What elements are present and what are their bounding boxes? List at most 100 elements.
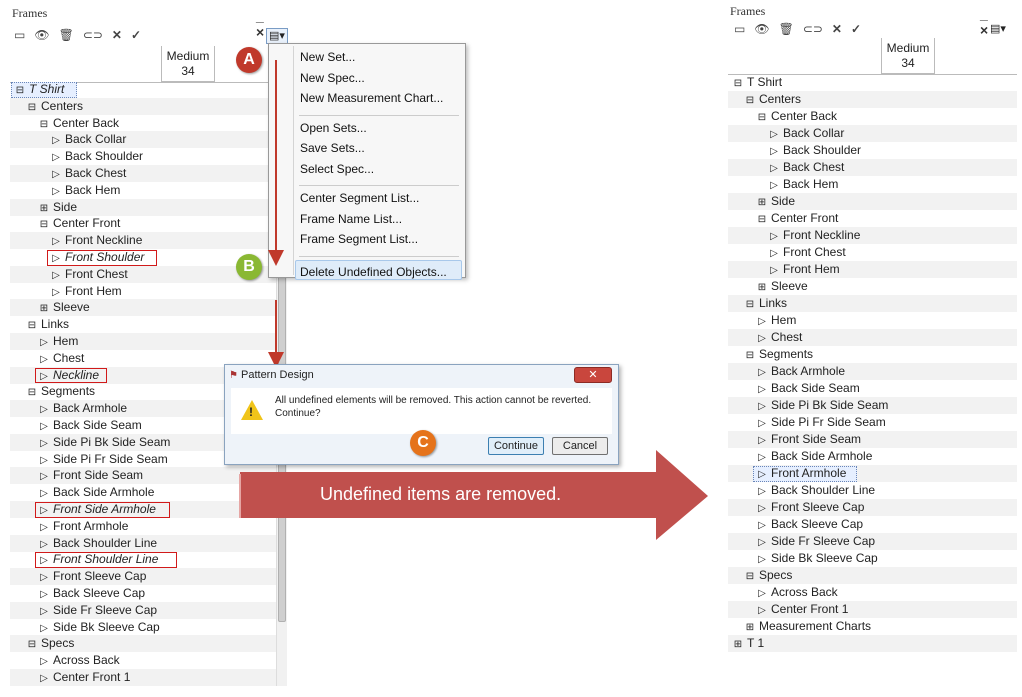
tree-node-label: T 1 xyxy=(747,636,765,650)
tree-node-label: Side Bk Sleeve Cap xyxy=(771,551,878,565)
tree-node-front-sleeve-cap[interactable]: ▷ Front Sleeve Cap xyxy=(728,499,1017,516)
tree-node-label: Sleeve xyxy=(771,279,808,293)
tree-node-label: Front Armhole xyxy=(771,466,847,480)
collapse-icon[interactable]: ⊟ xyxy=(744,347,756,364)
menu-icon[interactable]: ▤▾ xyxy=(990,22,1006,35)
tree-node-t-1[interactable]: ⊞ T 1 xyxy=(728,635,1017,652)
tree-node-segments[interactable]: ⊟ Segments xyxy=(728,346,1017,363)
check-icon[interactable]: ✓ xyxy=(851,22,861,36)
tree-node-label: Side xyxy=(771,194,796,208)
tree-node-label: Chest xyxy=(771,330,803,344)
tree-node-label: Measurement Charts xyxy=(759,619,872,633)
node-arrow-icon: ▷ xyxy=(758,401,766,412)
collapse-icon[interactable]: ⊟ xyxy=(732,75,744,92)
expand-icon[interactable]: ⊞ xyxy=(756,279,768,296)
tree-node-label: Front Side Seam xyxy=(771,432,862,446)
tree-node-back-chest[interactable]: ▷ Back Chest xyxy=(728,159,1017,176)
tree-node-back-hem[interactable]: ▷ Back Hem xyxy=(728,176,1017,193)
tree-node-center-back[interactable]: ⊟ Center Back xyxy=(728,108,1017,125)
collapse-icon[interactable]: ⊟ xyxy=(744,92,756,109)
node-arrow-icon: ▷ xyxy=(758,537,766,548)
tree-node-front-chest[interactable]: ▷ Front Chest xyxy=(728,244,1017,261)
tree-node-t-shirt[interactable]: ⊟ T Shirt xyxy=(728,74,1017,91)
size-value: 34 xyxy=(901,56,915,70)
tree-node-side-fr-sleeve-cap[interactable]: ▷ Side Fr Sleeve Cap xyxy=(728,533,1017,550)
tree-node-back-side-armhole[interactable]: ▷ Back Side Armhole xyxy=(728,448,1017,465)
tree-node-specs[interactable]: ⊟ Specs xyxy=(728,567,1017,584)
node-arrow-icon: ▷ xyxy=(758,435,766,446)
node-arrow-icon: ▷ xyxy=(758,605,766,616)
tree-node-label: Back Side Seam xyxy=(771,381,860,395)
trash-icon[interactable]: 🗑 xyxy=(779,22,794,36)
tree-node-front-side-seam[interactable]: ▷ Front Side Seam xyxy=(728,431,1017,448)
tree-node-label: Back Armhole xyxy=(771,364,846,378)
collapse-icon[interactable]: ⊟ xyxy=(744,568,756,585)
tree-node-side-pi-fr-side-seam[interactable]: ▷ Side Pi Fr Side Seam xyxy=(728,414,1017,431)
tree-node-front-armhole[interactable]: ▷ Front Armhole xyxy=(728,465,1017,482)
node-arrow-icon: ▷ xyxy=(770,248,778,259)
dialog-title-text: Pattern Design xyxy=(241,369,314,381)
tree-node-label: Back Collar xyxy=(783,126,845,140)
tree-node-measurement-charts[interactable]: ⊞ Measurement Charts xyxy=(728,618,1017,635)
continue-button[interactable]: Continue xyxy=(488,437,544,455)
badge-c: C xyxy=(410,430,436,456)
tree-node-label: Side Pi Bk Side Seam xyxy=(771,398,889,412)
expand-icon[interactable]: ⊞ xyxy=(744,619,756,636)
tree-node-side-pi-bk-side-seam[interactable]: ▷ Side Pi Bk Side Seam xyxy=(728,397,1017,414)
node-arrow-icon: ▷ xyxy=(758,588,766,599)
node-arrow-icon: ▷ xyxy=(758,367,766,378)
tree-node-side[interactable]: ⊞ Side xyxy=(728,193,1017,210)
expand-icon[interactable]: ⊞ xyxy=(756,194,768,211)
tree-node-chest[interactable]: ▷ Chest xyxy=(728,329,1017,346)
eye-icon[interactable]: 👁 xyxy=(754,22,769,36)
cancel-button[interactable]: Cancel xyxy=(552,437,608,455)
size-name: Medium xyxy=(886,41,930,55)
tree-node-label: Side Pi Fr Side Seam xyxy=(771,415,886,429)
tree-node-side-bk-sleeve-cap[interactable]: ▷ Side Bk Sleeve Cap xyxy=(728,550,1017,567)
node-arrow-icon: ▷ xyxy=(758,333,766,344)
tree-node-center-front-1[interactable]: ▷ Center Front 1 xyxy=(728,601,1017,618)
tree-node-back-sleeve-cap[interactable]: ▷ Back Sleeve Cap xyxy=(728,516,1017,533)
node-arrow-icon: ▷ xyxy=(758,316,766,327)
app-icon: ⚑ xyxy=(229,370,238,381)
tree-node-label: Back Side Armhole xyxy=(771,449,873,463)
tree-node-front-neckline[interactable]: ▷ Front Neckline xyxy=(728,227,1017,244)
node-arrow-icon: ▷ xyxy=(770,265,778,276)
x-icon[interactable]: ✕ xyxy=(832,22,842,36)
tree-node-back-shoulder-line[interactable]: ▷ Back Shoulder Line xyxy=(728,482,1017,499)
link-icon[interactable]: ⊂⊃ xyxy=(803,22,823,36)
tree-node-centers[interactable]: ⊟ Centers xyxy=(728,91,1017,108)
badge-b: B xyxy=(236,254,262,280)
node-arrow-icon: ▷ xyxy=(770,146,778,157)
tree-node-label: Hem xyxy=(771,313,797,327)
node-arrow-icon: ▷ xyxy=(758,554,766,565)
dialog-close-button[interactable]: ✕ xyxy=(574,367,612,383)
node-arrow-icon: ▷ xyxy=(770,180,778,191)
tree-node-back-side-seam[interactable]: ▷ Back Side Seam xyxy=(728,380,1017,397)
tree-node-hem[interactable]: ▷ Hem xyxy=(728,312,1017,329)
list-icon[interactable]: ▭ xyxy=(734,22,745,36)
collapse-icon[interactable]: ⊟ xyxy=(756,109,768,126)
tree-node-sleeve[interactable]: ⊞ Sleeve xyxy=(728,278,1017,295)
tree-node-label: Specs xyxy=(759,568,793,582)
expand-icon[interactable]: ⊞ xyxy=(732,636,744,653)
tree-node-back-armhole[interactable]: ▷ Back Armhole xyxy=(728,363,1017,380)
tree-node-across-back[interactable]: ▷ Across Back xyxy=(728,584,1017,601)
tree-node-back-shoulder[interactable]: ▷ Back Shoulder xyxy=(728,142,1017,159)
tree-node-back-collar[interactable]: ▷ Back Collar xyxy=(728,125,1017,142)
collapse-icon[interactable]: ⊟ xyxy=(744,296,756,313)
tree-node-label: Center Front 1 xyxy=(771,602,849,616)
tree-node-label: Links xyxy=(759,296,788,310)
tree-node-label: Front Sleeve Cap xyxy=(771,500,865,514)
tree-node-label: Back Sleeve Cap xyxy=(771,517,864,531)
collapse-icon[interactable]: ⊟ xyxy=(756,211,768,228)
tree-node-label: Back Hem xyxy=(783,177,839,191)
tree-node-front-hem[interactable]: ▷ Front Hem xyxy=(728,261,1017,278)
badge-a: A xyxy=(236,47,262,73)
tree-node-label: Center Back xyxy=(771,109,838,123)
dialog-title: Pattern Design xyxy=(225,365,618,387)
tree-node-links[interactable]: ⊟ Links xyxy=(728,295,1017,312)
tree-node-center-front[interactable]: ⊟ Center Front xyxy=(728,210,1017,227)
tree-node-label: Front Chest xyxy=(783,245,846,259)
tree-node-label: Front Neckline xyxy=(783,228,861,242)
